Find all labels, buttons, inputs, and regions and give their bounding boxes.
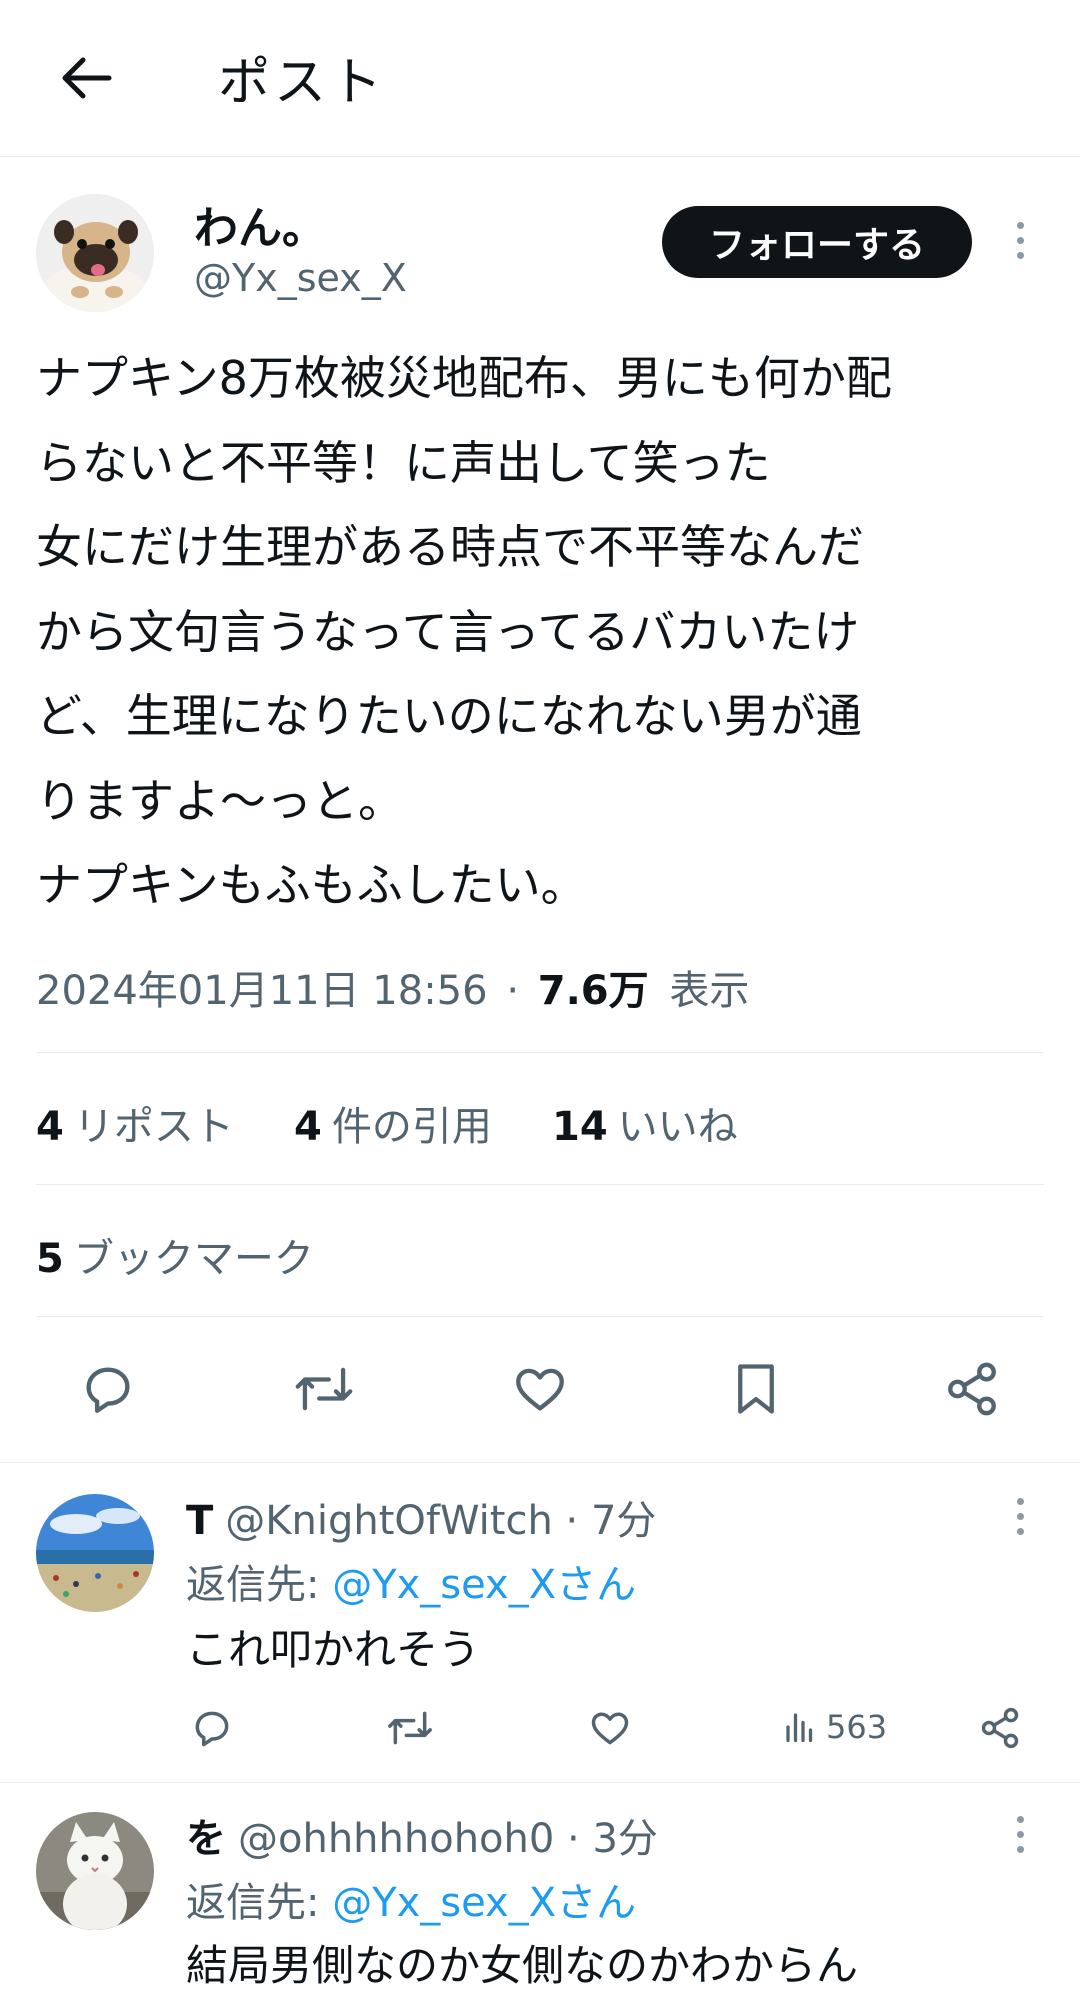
reposts-label: リポスト bbox=[73, 1104, 234, 1150]
post-timestamp[interactable]: 2024年01月11日 18:56 bbox=[36, 968, 488, 1014]
share-icon bbox=[948, 1362, 996, 1416]
share-icon bbox=[981, 1707, 1019, 1749]
meta-separator: · bbox=[506, 968, 520, 1014]
reply-views-button[interactable]: 563 bbox=[782, 1708, 887, 1746]
divider bbox=[36, 1052, 1044, 1053]
bookmark-icon bbox=[738, 1364, 774, 1414]
reply-to-line: 返信先: @Yx_sex_Xさん bbox=[186, 1552, 636, 1610]
post-text-line: らないと不平等！に声出して笑った bbox=[36, 435, 771, 490]
post-more-button[interactable] bbox=[1005, 210, 1035, 270]
reply-views-count: 563 bbox=[826, 1708, 888, 1746]
likes-label: いいね bbox=[617, 1104, 738, 1150]
bookmarks-label: ブックマーク bbox=[73, 1236, 314, 1282]
pug-avatar-image bbox=[36, 194, 154, 312]
reply-author-handle: @KnightOfWitch · 7分 bbox=[225, 1498, 657, 1544]
post-meta: 2024年01月11日 18:56 · 7.6万 表示 bbox=[36, 958, 749, 1016]
reply-author-name: T bbox=[186, 1498, 214, 1544]
reply-more-button[interactable] bbox=[1005, 1804, 1035, 1864]
reply-avatar[interactable] bbox=[36, 1494, 154, 1612]
post-text-line: から文句言うなって言ってるバカいたけ bbox=[36, 604, 860, 659]
reply-to-prefix: 返信先: bbox=[186, 1880, 333, 1926]
like-icon bbox=[516, 1368, 564, 1411]
divider bbox=[36, 1316, 1044, 1317]
more-icon bbox=[1016, 1497, 1024, 1535]
reply-avatar[interactable] bbox=[36, 1812, 154, 1930]
back-button[interactable] bbox=[50, 48, 120, 108]
quotes-label: 件の引用 bbox=[331, 1104, 492, 1150]
reply-text: 結局男側なのか女側なのかわからん bbox=[186, 1941, 859, 1990]
post-text-line: ナプキンもふもふしたい。 bbox=[36, 858, 587, 912]
author-avatar[interactable] bbox=[36, 194, 154, 312]
divider bbox=[36, 1184, 1044, 1185]
top-bar bbox=[0, 0, 1080, 157]
reply-author-name: を bbox=[186, 1816, 226, 1862]
reply-repost-button[interactable] bbox=[382, 1700, 438, 1756]
cat-avatar-image bbox=[36, 1812, 154, 1930]
bookmark-button[interactable] bbox=[721, 1354, 791, 1424]
post-text-line: ナプキン8万枚被災地配布、男にも何か配 bbox=[36, 351, 892, 405]
author-handle[interactable]: @Yx_sex_X bbox=[194, 256, 407, 300]
reply-to-prefix: 返信先: bbox=[186, 1562, 333, 1608]
reply-like-button[interactable] bbox=[582, 1700, 638, 1756]
author-name[interactable]: わん。 bbox=[194, 192, 326, 256]
reply-button[interactable] bbox=[73, 1354, 143, 1424]
reply-reply-button[interactable] bbox=[184, 1700, 240, 1756]
retweet-icon bbox=[295, 1367, 353, 1411]
views-icon bbox=[786, 1713, 813, 1743]
repost-button[interactable] bbox=[289, 1354, 359, 1424]
bookmarks-count: 5 bbox=[36, 1236, 64, 1282]
likes-stat[interactable]: 14 いいね bbox=[552, 1094, 738, 1152]
reply-to-link[interactable]: @Yx_sex_Xさん bbox=[332, 1880, 636, 1926]
reply-more-button[interactable] bbox=[1005, 1486, 1035, 1546]
reply-author[interactable]: を @ohhhhhohoh0 · 3分 bbox=[186, 1806, 658, 1864]
views-count: 7.6万 bbox=[537, 968, 649, 1014]
more-icon bbox=[1016, 1815, 1024, 1853]
post-text-line: ど、生理になりたいのになれない男が通 bbox=[36, 689, 862, 743]
share-button[interactable] bbox=[937, 1354, 1007, 1424]
reply-to-line: 返信先: @Yx_sex_Xさん bbox=[186, 1870, 636, 1928]
reply-text: これ叩かれそう bbox=[186, 1625, 481, 1674]
reposts-count: 4 bbox=[36, 1104, 64, 1150]
like-icon bbox=[591, 1712, 629, 1745]
reply-share-button[interactable] bbox=[972, 1700, 1028, 1756]
reposts-stat[interactable]: 4 リポスト bbox=[36, 1094, 234, 1152]
likes-count: 14 bbox=[552, 1104, 608, 1150]
back-arrow-icon bbox=[62, 57, 112, 99]
follow-button[interactable]: フォローする bbox=[662, 206, 972, 278]
more-icon bbox=[1016, 221, 1024, 259]
reply-to-link[interactable]: @Yx_sex_Xさん bbox=[332, 1562, 636, 1608]
views-label: 表示 bbox=[669, 968, 750, 1014]
divider bbox=[0, 1782, 1080, 1783]
reply-icon bbox=[86, 1367, 130, 1413]
quotes-count: 4 bbox=[294, 1104, 322, 1150]
retweet-icon bbox=[388, 1711, 432, 1745]
reply-icon bbox=[195, 1711, 229, 1747]
bookmarks-stat[interactable]: 5 ブックマーク bbox=[36, 1226, 314, 1284]
like-button[interactable] bbox=[505, 1354, 575, 1424]
reply-author[interactable]: T @KnightOfWitch · 7分 bbox=[186, 1488, 656, 1546]
post-text: ナプキン8万枚被災地配布、男にも何か配 らないと不平等！に声出して笑った 女にだ… bbox=[36, 336, 1046, 928]
post-text-line: 女にだけ生理がある時点で不平等なんだ bbox=[36, 520, 864, 574]
divider bbox=[0, 1462, 1080, 1463]
quotes-stat[interactable]: 4 件の引用 bbox=[294, 1094, 492, 1152]
beach-avatar-image bbox=[36, 1494, 154, 1612]
post-text-line: りますよ〜っと。 bbox=[36, 773, 404, 828]
page-title: ポスト bbox=[218, 53, 387, 113]
reply-author-handle: @ohhhhhohoh0 · 3分 bbox=[238, 1816, 658, 1862]
